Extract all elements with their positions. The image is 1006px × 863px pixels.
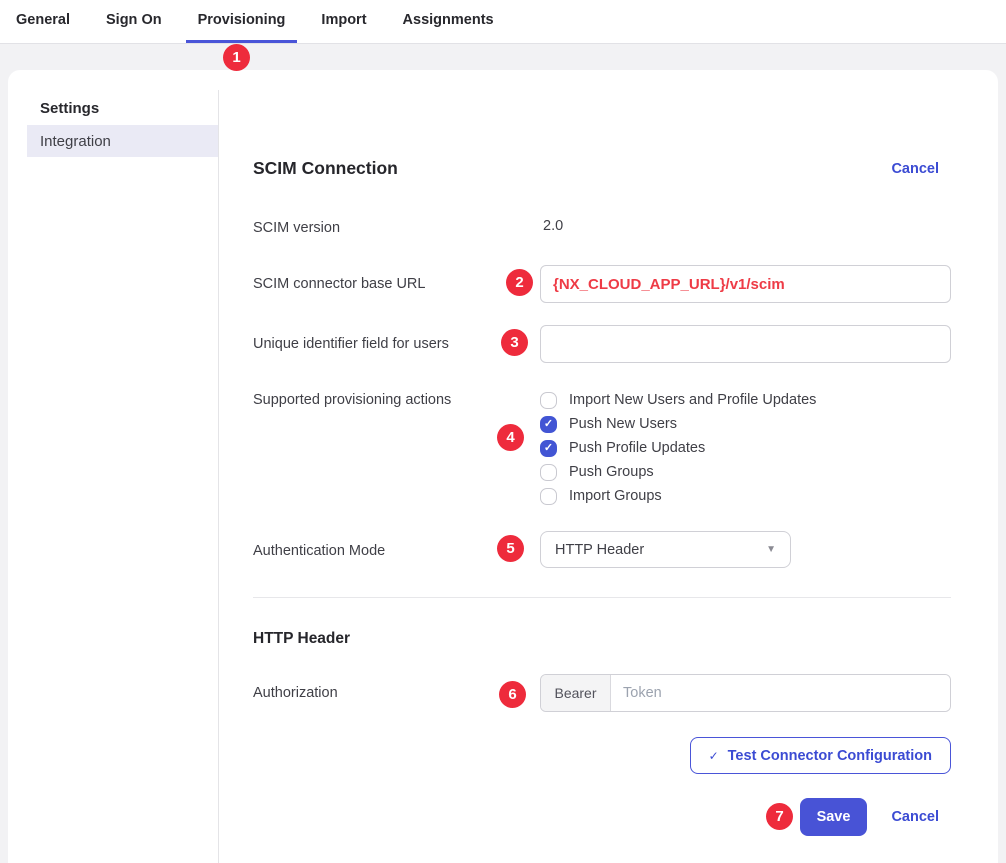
authorization-label: Authorization <box>253 674 540 712</box>
scim-version-value: 2.0 <box>540 218 951 238</box>
checkbox-label: Push New Users <box>569 416 677 432</box>
cancel-button-bottom[interactable]: Cancel <box>891 809 939 825</box>
checkbox-push-groups[interactable]: ✓ <box>540 464 557 481</box>
checkbox-push-profile-updates[interactable]: ✓ <box>540 440 557 457</box>
cancel-link-top[interactable]: Cancel <box>891 161 939 177</box>
settings-card: Settings Integration SCIM Connection Can… <box>8 70 998 863</box>
annotation-badge-4: 4 <box>497 424 524 451</box>
annotation-badge-2: 2 <box>506 269 533 296</box>
checkbox-push-new-users[interactable]: ✓ <box>540 416 557 433</box>
checkbox-label: Push Groups <box>569 464 654 480</box>
annotation-badge-7: 7 <box>766 803 793 830</box>
tab-assignments[interactable]: Assignments <box>391 0 506 43</box>
scim-connection-form: SCIM Connection Cancel SCIM version 2.0 … <box>253 70 951 863</box>
annotation-badge-3: 3 <box>501 329 528 356</box>
bearer-prefix: Bearer <box>541 675 611 711</box>
tab-general[interactable]: General <box>4 0 82 43</box>
provisioning-settings-page: { "colors": { "accent": "#4a55d8", "badg… <box>0 0 1006 863</box>
provisioning-actions-label: Supported provisioning actions <box>253 388 540 508</box>
test-connector-configuration-label: Test Connector Configuration <box>728 748 932 764</box>
provisioning-actions-list: ✓ Import New Users and Profile Updates ✓… <box>540 388 951 508</box>
check-icon: ✓ <box>709 749 719 763</box>
sidebar-divider <box>218 90 219 863</box>
base-url-input[interactable] <box>540 265 951 303</box>
chevron-down-icon: ▼ <box>766 544 776 555</box>
checkbox-label: Import Groups <box>569 488 662 504</box>
app-tab-bar: General Sign On Provisioning Import Assi… <box>0 0 1006 44</box>
auth-mode-selected-value: HTTP Header <box>555 542 644 558</box>
unique-id-label: Unique identifier field for users <box>253 325 540 363</box>
test-connector-configuration-button[interactable]: ✓ Test Connector Configuration <box>690 737 951 774</box>
tab-provisioning[interactable]: Provisioning <box>186 0 298 43</box>
check-icon: ✓ <box>544 419 553 430</box>
page-title: SCIM Connection <box>253 158 398 179</box>
checkbox-label: Push Profile Updates <box>569 440 705 456</box>
sidebar-item-label: Integration <box>40 133 111 150</box>
checkbox-import-new-users[interactable]: ✓ <box>540 392 557 409</box>
checkbox-row-push-profile-updates[interactable]: ✓ Push Profile Updates <box>540 436 951 460</box>
tab-sign-on[interactable]: Sign On <box>94 0 174 43</box>
sidebar-item-integration[interactable]: Integration <box>27 125 218 157</box>
check-icon: ✓ <box>544 443 553 454</box>
checkbox-row-push-new-users[interactable]: ✓ Push New Users <box>540 412 951 436</box>
token-input[interactable] <box>611 675 950 711</box>
base-url-label: SCIM connector base URL <box>253 265 540 303</box>
auth-mode-select[interactable]: HTTP Header ▼ <box>540 531 791 568</box>
sidebar-heading: Settings <box>40 100 99 117</box>
http-header-section-title: HTTP Header <box>253 630 350 648</box>
checkbox-label: Import New Users and Profile Updates <box>569 392 816 408</box>
save-button[interactable]: Save <box>800 798 868 836</box>
annotation-badge-1: 1 <box>223 44 250 71</box>
checkbox-import-groups[interactable]: ✓ <box>540 488 557 505</box>
scim-version-label: SCIM version <box>253 218 540 238</box>
tab-import[interactable]: Import <box>309 0 378 43</box>
checkbox-row-import-groups[interactable]: ✓ Import Groups <box>540 484 951 508</box>
checkbox-row-import-new-users[interactable]: ✓ Import New Users and Profile Updates <box>540 388 951 412</box>
authorization-input-group: Bearer <box>540 674 951 712</box>
annotation-badge-5: 5 <box>497 535 524 562</box>
checkbox-row-push-groups[interactable]: ✓ Push Groups <box>540 460 951 484</box>
annotation-badge-6: 6 <box>499 681 526 708</box>
section-divider <box>253 597 951 598</box>
unique-id-input[interactable] <box>540 325 951 363</box>
